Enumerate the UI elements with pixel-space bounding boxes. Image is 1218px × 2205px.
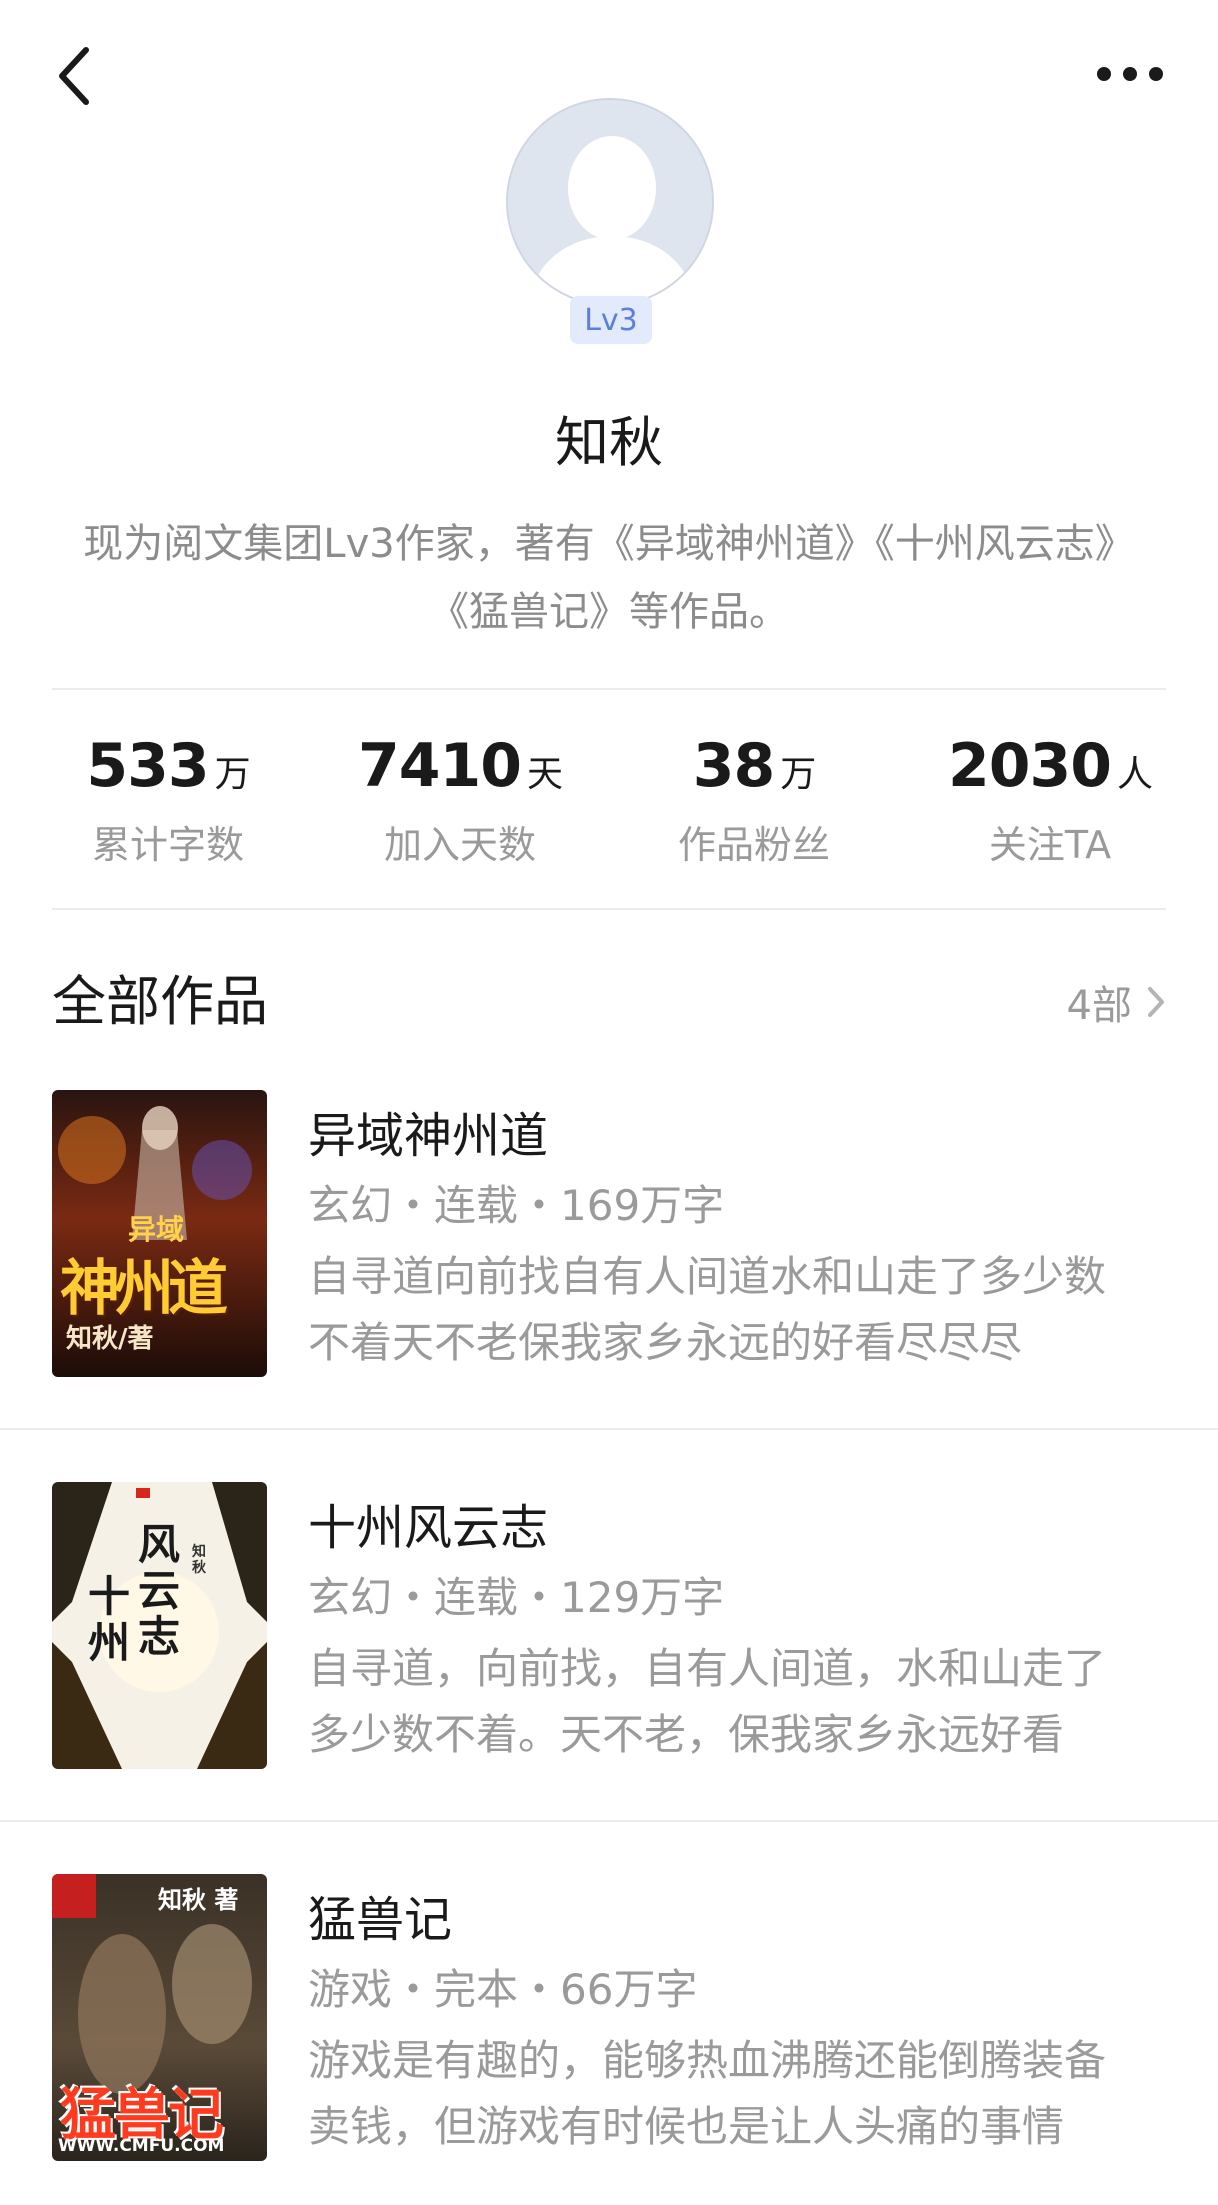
book-item[interactable]: 异域 神州道 知秋/著 异域神州道 玄幻・连载・169万字 自寻道向前找自有人间…	[0, 1090, 1218, 1470]
divider	[52, 688, 1166, 690]
stat-label: 加入天数	[383, 823, 536, 867]
works-section-title: 全部作品	[52, 970, 268, 1033]
divider	[52, 908, 1166, 910]
book-meta: 玄幻・连载・169万字	[308, 1181, 725, 1230]
stat-unit: 人	[1116, 754, 1153, 795]
stat-value: 7410	[357, 731, 522, 801]
stat-fans: 38 万 作品粉丝	[602, 730, 906, 869]
stat-value: 38	[692, 731, 775, 801]
book-title: 异域神州道	[308, 1108, 549, 1164]
book-meta: 游戏・完本・66万字	[308, 1965, 698, 2014]
back-button[interactable]	[44, 36, 104, 116]
divider	[0, 1428, 1218, 1430]
stat-label: 作品粉丝	[677, 823, 830, 867]
book-item[interactable]: 知秋 著 猛兽记 WWW.CMFU.COM 猛兽记 游戏・完本・66万字 游戏是…	[0, 1874, 1218, 2205]
author-name: 知秋	[555, 411, 663, 474]
cover-author: 知秋/著	[66, 1324, 154, 1354]
cover-title: 风云志	[138, 1520, 181, 1661]
stat-join-days: 7410 天 加入天数	[308, 730, 612, 869]
works-count-link[interactable]: 4部	[1067, 964, 1166, 1040]
works-section-header: 全部作品 4部	[52, 964, 1166, 1040]
level-badge: Lv3	[570, 296, 652, 344]
cover-author: 知秋	[192, 1544, 206, 1576]
stat-unit: 万	[780, 754, 816, 795]
book-cover: 异域 神州道 知秋/著	[52, 1090, 267, 1377]
stat-unit: 万	[214, 754, 251, 795]
book-cover: 风云志 十州 知秋	[52, 1482, 267, 1769]
book-title: 猛兽记	[308, 1892, 453, 1948]
book-description: 自寻道，向前找，自有人间道，水和山走了多少数不着。天不老，保我家乡永远好看	[308, 1644, 1107, 1759]
stat-value: 533	[86, 731, 209, 801]
book-title: 十州风云志	[308, 1500, 549, 1556]
more-dots-icon	[1097, 67, 1163, 81]
book-cover: 知秋 著 猛兽记 WWW.CMFU.COM	[52, 1874, 267, 2161]
cover-title: 神州道	[60, 1254, 228, 1324]
book-description: 自寻道向前找自有人间道水和山走了多少数不着天不老保我家乡永远的好看尽尽尽	[308, 1252, 1107, 1367]
author-bio: 现为阅文集团Lv3作家，著有《异域神州道》《十州风云志》《猛兽记》等作品。	[83, 521, 1135, 635]
works-count: 4部	[1066, 983, 1132, 1029]
stat-followers[interactable]: 2030 人 关注TA	[898, 730, 1202, 869]
chevron-left-icon	[59, 47, 89, 105]
stats-row: 533 万 累计字数 7410 天 加入天数 38 万 作品粉丝 2030 人 关注TA	[0, 730, 1218, 870]
stat-label: 关注TA	[988, 823, 1112, 867]
divider	[0, 1820, 1218, 1822]
chevron-right-icon	[1148, 987, 1164, 1017]
avatar[interactable]	[506, 98, 714, 306]
cover-author: 知秋 著	[158, 1885, 239, 1914]
stat-label: 累计字数	[91, 823, 244, 867]
stat-value: 2030	[947, 731, 1112, 801]
more-options-button[interactable]	[1090, 46, 1170, 102]
book-item[interactable]: 风云志 十州 知秋 十州风云志 玄幻・连载・129万字 自寻道，向前找，自有人间…	[0, 1482, 1218, 1862]
cover-site: WWW.CMFU.COM	[58, 2136, 225, 2156]
cover-subtitle: 十州	[88, 1572, 131, 1667]
book-description: 游戏是有趣的，能够热血沸腾还能倒腾装备卖钱，但游戏有时候也是让人头痛的事情	[308, 2036, 1107, 2151]
book-meta: 玄幻・连载・129万字	[308, 1573, 725, 1622]
stat-unit: 天	[526, 754, 563, 795]
default-avatar-icon	[508, 100, 712, 304]
stat-total-words: 533 万 累计字数	[16, 730, 320, 869]
